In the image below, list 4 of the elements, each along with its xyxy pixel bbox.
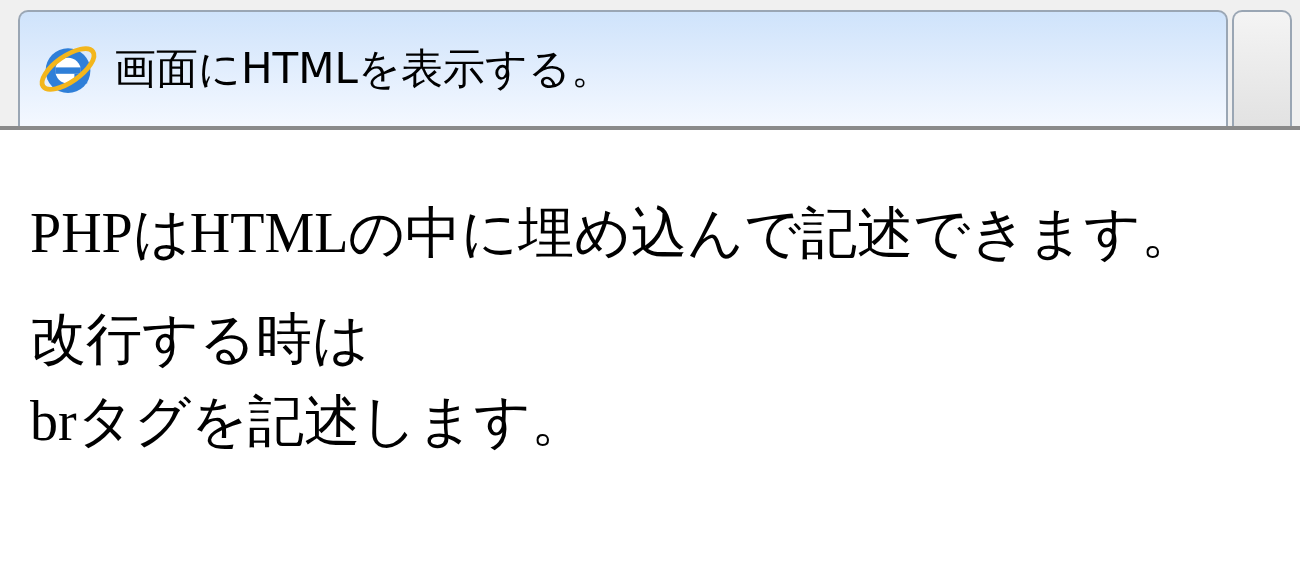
browser-tab[interactable]: 画面にHTMLを表示する。 <box>18 10 1228 126</box>
paragraph: 改行する時は brタグを記述します。 <box>30 307 588 454</box>
paragraph: PHPはHTMLの中に埋め込んで記述できます。 <box>30 201 1199 266</box>
browser-tab[interactable] <box>1232 10 1292 126</box>
